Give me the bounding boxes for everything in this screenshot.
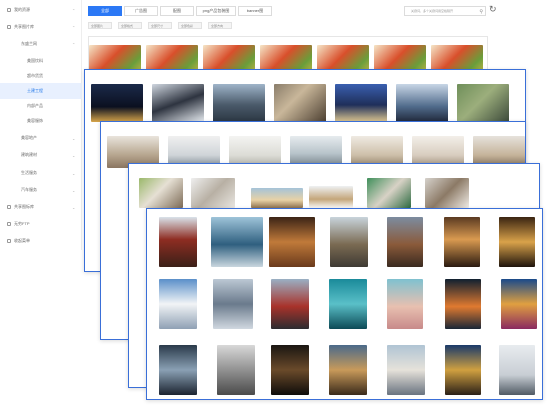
sidebar-item[interactable]: 我的资源 ⌃ bbox=[0, 2, 82, 18]
photo-thumbnail-teal-dome[interactable] bbox=[329, 279, 367, 329]
photo-thumbnail-pagoda-temple[interactable] bbox=[159, 217, 197, 267]
photo-thumbnail-cathedral[interactable] bbox=[330, 217, 368, 267]
sidebar-item[interactable]: 共享图标库 ⌄ bbox=[0, 199, 82, 215]
folder-icon bbox=[7, 25, 11, 29]
chevron-icon[interactable]: ⌄ bbox=[72, 171, 82, 176]
sidebar-item-label: 汽车服务 bbox=[21, 187, 37, 192]
photo-thumbnail-cat-grass[interactable] bbox=[139, 178, 183, 208]
photo-thumbnail-ornate-ceiling[interactable] bbox=[269, 217, 315, 267]
filter-bar: 全部图片 全部格式 全部尺寸 全部色彩 全部方向 bbox=[88, 22, 232, 29]
photo-thumbnail-stone-tower[interactable] bbox=[387, 217, 423, 267]
sidebar-item-label: 美容服饰 bbox=[27, 118, 43, 123]
photo-thumbnail-city-night[interactable] bbox=[91, 84, 143, 122]
sidebar-item[interactable]: 生活服务 ⌄ bbox=[0, 165, 82, 181]
sidebar-item-label: 共享图标库 bbox=[14, 204, 34, 209]
chevron-icon[interactable]: ⌄ bbox=[72, 136, 82, 141]
sidebar-item-label: 美容地产 bbox=[21, 135, 37, 140]
photo-thumbnail-night-street[interactable] bbox=[445, 279, 481, 329]
photo-thumbnail-waterfront[interactable] bbox=[213, 84, 265, 122]
refresh-icon[interactable]: ↻ bbox=[489, 4, 497, 15]
tab[interactable]: 全部 bbox=[88, 6, 122, 16]
sidebar-item[interactable]: 东盛兰网 ⌃ bbox=[0, 36, 82, 52]
tab[interactable]: png产品包装图 bbox=[196, 6, 236, 16]
chevron-icon[interactable]: ⌄ bbox=[72, 153, 82, 158]
filter-dropdown[interactable]: 全部图片 bbox=[88, 22, 112, 29]
photo-thumbnail-glass-pavilion[interactable] bbox=[211, 217, 263, 267]
photo-thumbnail-market-street[interactable] bbox=[329, 345, 367, 395]
photo-thumbnail-grey-plaza[interactable] bbox=[217, 345, 255, 395]
sidebar-item[interactable]: 汽车服务 ⌄ bbox=[0, 182, 82, 198]
sidebar-item-label: 我的资源 bbox=[14, 7, 30, 12]
sidebar-item-label: 生活服务 bbox=[21, 170, 37, 175]
folder-icon bbox=[7, 205, 11, 209]
panel-architecture-2 bbox=[146, 208, 543, 400]
photo-thumbnail-red-pagoda[interactable] bbox=[271, 279, 309, 329]
sidebar-item-label: 共享图片库 bbox=[14, 24, 34, 29]
photo-thumbnail-white-village[interactable] bbox=[159, 279, 197, 329]
search-icon[interactable]: ⚲ bbox=[479, 9, 483, 15]
photo-thumbnail-pyramid-reflect[interactable] bbox=[213, 279, 253, 329]
sidebar-item[interactable]: 建筑建材 ⌄ bbox=[0, 147, 82, 163]
sidebar-item-label: 东盛兰网 bbox=[21, 41, 37, 46]
sidebar-item[interactable]: 超市货货 bbox=[0, 68, 82, 84]
sidebar: 我的资源 ⌃ 共享图片库 ⌃ 东盛兰网 ⌃ 美国饮料超市货货土建工程内部产品美容服饰美容地产… bbox=[0, 0, 82, 250]
search-placeholder: 关键词，多个关键词用空格隔开 bbox=[411, 9, 454, 13]
photo-thumbnail-cat-face[interactable] bbox=[425, 178, 469, 208]
sidebar-item[interactable]: 美容地产 ⌄ bbox=[0, 130, 82, 146]
photo-thumbnail-dark-corridor[interactable] bbox=[271, 345, 309, 395]
tab[interactable]: 配图 bbox=[160, 6, 194, 16]
photo-thumbnail-aerial-building[interactable] bbox=[274, 84, 326, 122]
sidebar-item[interactable]: 无穷FTP bbox=[0, 216, 82, 232]
photo-thumbnail-cat-lying[interactable] bbox=[191, 178, 235, 208]
sidebar-item[interactable]: 美容服饰 bbox=[0, 113, 82, 129]
chevron-icon[interactable]: ⌄ bbox=[72, 188, 82, 193]
folder-icon bbox=[7, 8, 11, 12]
chevron-icon[interactable]: ⌄ bbox=[72, 205, 82, 210]
category-tabs: 全部 广告图 配图 png产品包装图 banner图 bbox=[88, 6, 272, 16]
sidebar-item-label: 内部产品 bbox=[27, 103, 43, 108]
filter-dropdown[interactable]: 全部色彩 bbox=[178, 22, 202, 29]
photo-thumbnail-astronomical-clock[interactable] bbox=[445, 345, 481, 395]
photo-thumbnail-sky-view[interactable] bbox=[457, 84, 509, 122]
sidebar-item[interactable]: 土建工程 bbox=[0, 83, 82, 99]
tab[interactable]: banner图 bbox=[238, 6, 272, 16]
sidebar-item[interactable]: 美国饮料 bbox=[0, 53, 82, 69]
photo-thumbnail-space-needle[interactable] bbox=[499, 345, 535, 395]
photo-thumbnail-vaulted-arcade[interactable] bbox=[444, 217, 480, 267]
chevron-icon[interactable]: ⌃ bbox=[72, 8, 82, 13]
filter-dropdown[interactable]: 全部方向 bbox=[208, 22, 232, 29]
photo-thumbnail-gradient-sky[interactable] bbox=[387, 279, 423, 329]
photo-thumbnail-dog-peek[interactable] bbox=[309, 186, 353, 208]
search-input[interactable]: 关键词，多个关键词用空格隔开 ⚲ bbox=[404, 6, 486, 16]
photo-thumbnail-glass-arcade[interactable] bbox=[159, 345, 197, 395]
photo-thumbnail-tower-square[interactable] bbox=[387, 345, 425, 395]
tab[interactable]: 广告图 bbox=[124, 6, 158, 16]
chevron-icon[interactable]: ⌃ bbox=[72, 42, 82, 47]
sidebar-item-label: 无穷FTP bbox=[14, 221, 30, 226]
sidebar-item-label: 美国饮料 bbox=[27, 58, 43, 63]
sidebar-item[interactable]: 收起菜单 bbox=[0, 233, 82, 249]
photo-thumbnail-dog-panorama[interactable] bbox=[251, 188, 303, 208]
filter-dropdown[interactable]: 全部尺寸 bbox=[148, 22, 172, 29]
sidebar-item-label: 建筑建材 bbox=[21, 152, 37, 157]
photo-thumbnail-gilded-dome[interactable] bbox=[499, 217, 535, 267]
sidebar-item-label: 超市货货 bbox=[27, 73, 43, 78]
photo-thumbnail-house-dusk[interactable] bbox=[335, 84, 387, 122]
folder-icon bbox=[7, 239, 11, 243]
sidebar-item[interactable]: 共享图片库 ⌃ bbox=[0, 19, 82, 35]
sidebar-item-label: 收起菜单 bbox=[14, 238, 30, 243]
sidebar-item-label: 土建工程 bbox=[27, 88, 43, 93]
photo-thumbnail-rainbow-building[interactable] bbox=[501, 279, 537, 329]
photo-thumbnail-cat-green[interactable] bbox=[367, 178, 411, 208]
chevron-icon[interactable]: ⌃ bbox=[72, 25, 82, 30]
photo-thumbnail-glass-tower[interactable] bbox=[396, 84, 448, 122]
sidebar-item[interactable]: 内部产品 bbox=[0, 98, 82, 114]
filter-dropdown[interactable]: 全部格式 bbox=[118, 22, 142, 29]
folder-icon bbox=[7, 222, 11, 226]
photo-thumbnail-skyscraper[interactable] bbox=[152, 84, 204, 122]
